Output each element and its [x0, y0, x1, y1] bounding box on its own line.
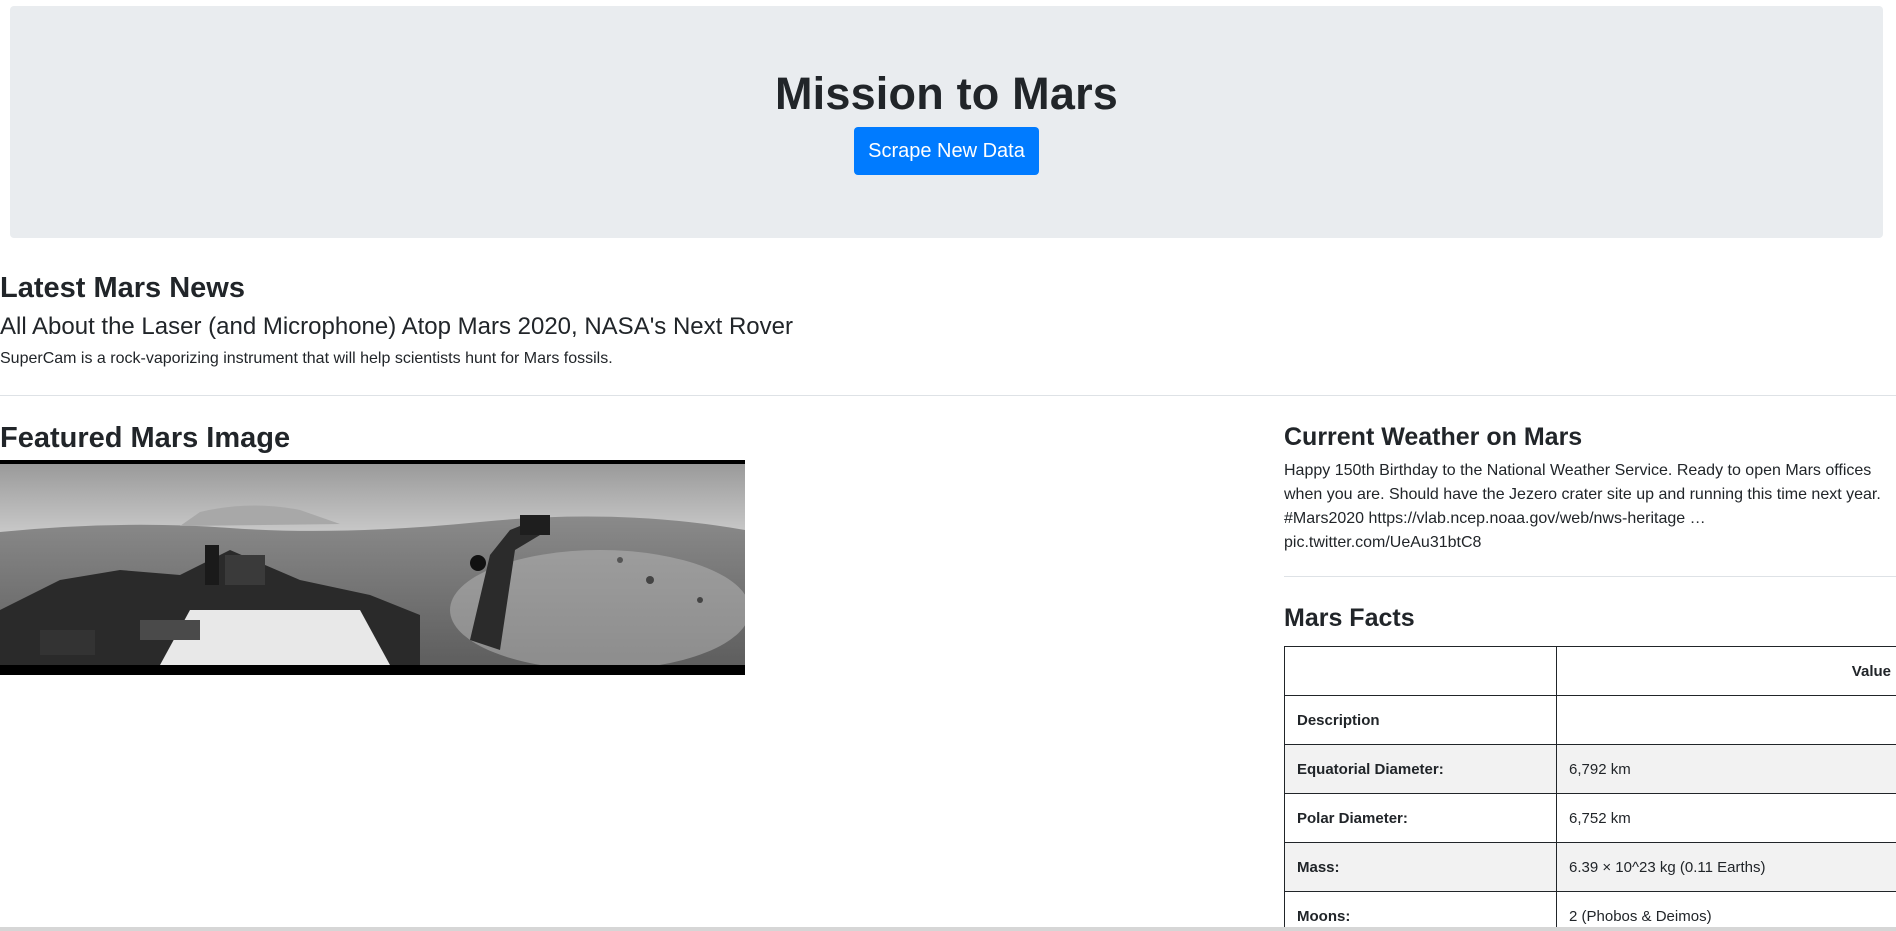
weather-tweet-text: Happy 150th Birthday to the National Wea… [1284, 462, 1881, 551]
mars-facts-table: Value Description Equatorial Diameter: 6… [1284, 646, 1896, 931]
mars-facts-heading: Mars Facts [1284, 604, 1415, 632]
table-row: Description [1284, 695, 1896, 745]
page: Mission to Mars Scrape New Data Latest M… [0, 0, 1896, 931]
table-row-label: Polar Diameter: [1284, 793, 1557, 843]
table-row-label: Equatorial Diameter: [1284, 744, 1557, 794]
weather-divider [1284, 576, 1896, 577]
table-header-cell [1284, 646, 1557, 696]
mars-panorama-image-icon [0, 460, 745, 675]
table-row: Moons: 2 (Phobos & Deimos) [1284, 891, 1896, 931]
table-row: Equatorial Diameter: 6,792 km [1284, 744, 1896, 794]
section-divider [0, 395, 1896, 396]
table-row-value: 6.39 × 10^23 kg (0.11 Earths) [1556, 842, 1896, 892]
featured-image-heading: Featured Mars Image [0, 422, 291, 454]
latest-news-heading: Latest Mars News [0, 272, 245, 304]
table-row-value [1556, 695, 1896, 745]
table-row-value: 6,752 km [1556, 793, 1896, 843]
table-row-label: Mass: [1284, 842, 1557, 892]
table-header-cell: Value [1556, 646, 1896, 696]
news-title: All About the Laser (and Microphone) Ato… [0, 313, 793, 340]
table-row-label: Description [1284, 695, 1557, 745]
scrape-new-data-button[interactable]: Scrape New Data [854, 127, 1039, 176]
horizontal-scrollbar[interactable] [0, 927, 1896, 931]
table-row-value: 6,792 km [1556, 744, 1896, 794]
table-row-value: 2 (Phobos & Deimos) [1556, 891, 1896, 931]
news-teaser: SuperCam is a rock-vaporizing instrument… [0, 350, 613, 367]
page-title: Mission to Mars [774, 68, 1119, 119]
header-jumbotron: Mission to Mars Scrape New Data [10, 6, 1883, 238]
featured-mars-image [0, 460, 745, 675]
table-row: Mass: 6.39 × 10^23 kg (0.11 Earths) [1284, 842, 1896, 892]
weather-heading: Current Weather on Mars [1284, 423, 1583, 451]
table-row-label: Moons: [1284, 891, 1557, 931]
table-header-row: Value [1284, 646, 1896, 696]
table-row: Polar Diameter: 6,752 km [1284, 793, 1896, 843]
